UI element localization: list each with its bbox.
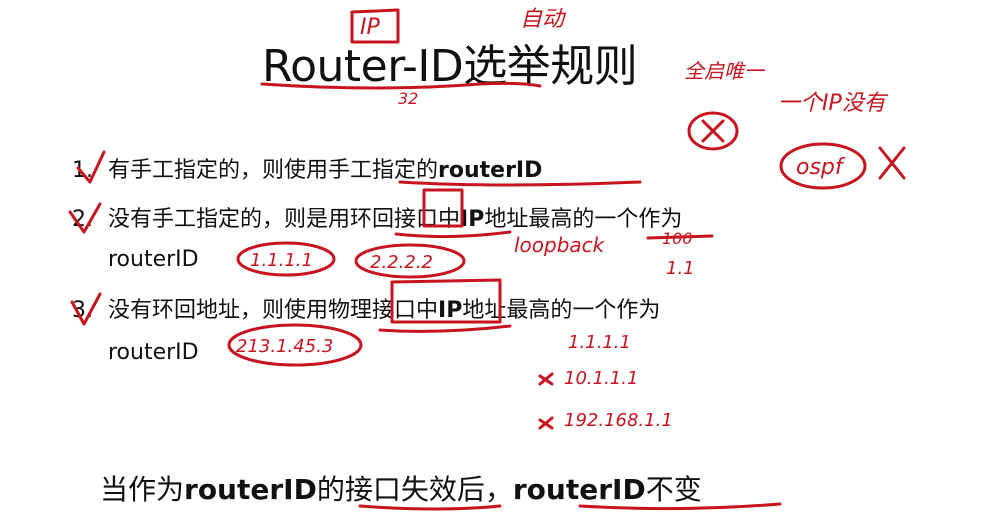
rule-3: 3. 没有环回地址，则使用物理接口中IP地址最高的一个作为 [72, 292, 660, 324]
rule-2-text: 没有手工指定的，则是用环回接口中 [108, 207, 461, 232]
circled-x-mark [687, 111, 739, 151]
circle-rid-b [354, 243, 466, 279]
bullet-mark-2 [538, 416, 554, 430]
rule-3-text-post: 地址最高的一个作为 [462, 298, 661, 323]
rule-3-number: 3. [72, 298, 93, 323]
rule-3-text: 没有环回地址，则使用物理接口中 [108, 298, 439, 323]
list-c-text: 192.168.1.1 [564, 410, 673, 431]
rule-3-bold: IP [438, 298, 463, 323]
rule-1: 1. 有手工指定的，则使用手工指定的routerID [72, 152, 542, 184]
rule-3-continuation: routerID [108, 340, 199, 365]
slide-title: Router-ID选举规则 [262, 41, 638, 92]
circle-phys-ip [227, 323, 363, 367]
footer-text-3: 不变 [645, 473, 702, 506]
phys-ip-text: 213.1.45.3 [236, 336, 333, 357]
footer-text-1: 当作为 [100, 473, 185, 506]
all-enable-text: 全启唯一 [684, 59, 766, 83]
rule-2: 2. 没有手工指定的，则是用环回接口中IP地址最高的一个作为 [72, 201, 682, 233]
rule-1-number: 1. [72, 158, 93, 183]
list-a-text: 1.1.1.1 [568, 332, 631, 353]
ospf-circle [779, 142, 867, 190]
bullet-mark-1 [538, 372, 554, 386]
rid-b-text: 2.2.2.2 [370, 252, 433, 273]
list-b-text: 10.1.1.1 [564, 368, 638, 389]
rule-1-text: 有手工指定的，则使用手工指定的 [108, 158, 439, 183]
rule-2-continuation: routerID [108, 247, 199, 272]
rule-2-bold: IP [460, 207, 485, 232]
footer-text-2: 的接口失效后， [316, 473, 513, 506]
rule-3-underline [378, 324, 512, 333]
strike-mark [646, 234, 714, 240]
footer-bold-2: routerID [512, 473, 646, 506]
ospf-x-mark [878, 146, 906, 180]
footer-statement: 当作为routerID的接口失效后，routerID不变 [100, 468, 702, 508]
ospf-text: ospf [796, 155, 846, 180]
rid-a-text: 1.1.1.1 [250, 250, 313, 271]
rule-2-number: 2. [72, 207, 93, 232]
auto-text: 自动 [520, 7, 567, 32]
loopback-text: loopback [514, 233, 606, 257]
no-ip-text: 一个IP没有 [778, 91, 889, 116]
rule-2-text-post: 地址最高的一个作为 [484, 207, 683, 232]
circle-rid-a [236, 241, 336, 277]
slide: Router-ID选举规则 1. 有手工指定的，则使用手工指定的routerID … [0, 0, 992, 519]
rule-1-bold: routerID [438, 158, 543, 183]
footer-bold-1: routerID [184, 473, 317, 506]
rid-d-text: 1.1 [666, 258, 695, 279]
